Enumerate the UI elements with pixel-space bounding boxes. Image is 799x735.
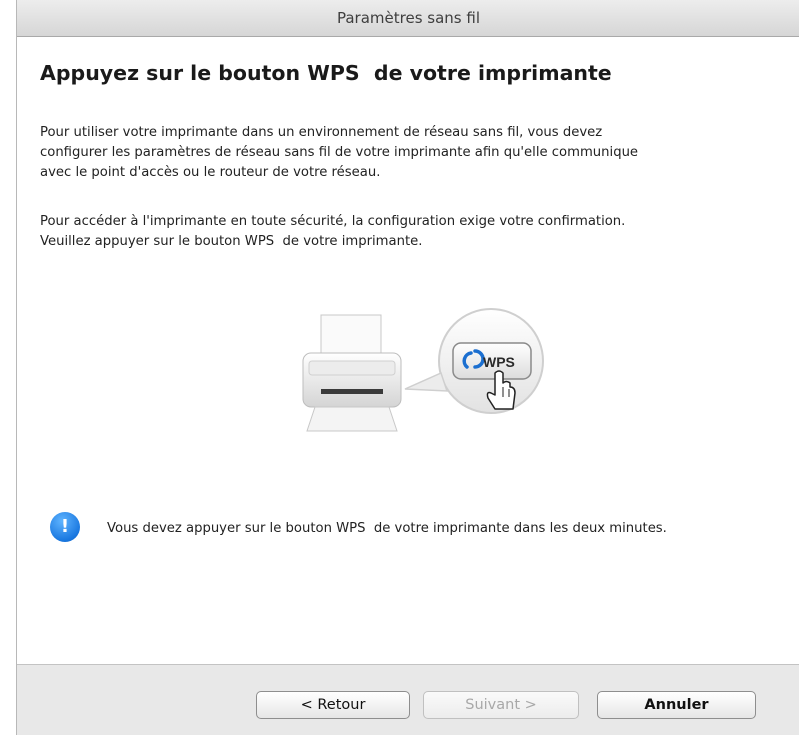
notice-text: Vous devez appuyer sur le bouton WPS de … <box>107 521 667 536</box>
wps-label: WPS <box>483 354 515 370</box>
paragraph-2-line-2: Veuillez appuyer sur le bouton WPS de vo… <box>40 234 423 249</box>
back-button[interactable]: < Retour <box>256 691 410 719</box>
cancel-button[interactable]: Annuler <box>597 691 756 719</box>
next-button[interactable]: Suivant > <box>423 691 579 719</box>
button-bar: < Retour Suivant > Annuler <box>17 664 799 735</box>
dialog-content: Appuyez sur le bouton WPS de votre impri… <box>17 37 799 664</box>
paragraph-2-line-1: Pour accéder à l'imprimante en toute séc… <box>40 214 626 229</box>
paragraph-1-line-2: configurer les paramètres de réseau sans… <box>40 145 639 160</box>
printer-wps-illustration: WPS <box>302 308 544 432</box>
paragraph-1-line-3: avec le point d'accès ou le routeur de v… <box>40 165 381 180</box>
window-title: Paramètres sans fil <box>17 0 799 37</box>
instructions-paragraph-2: Pour accéder à l'imprimante en toute séc… <box>40 212 778 252</box>
dialog-window: Paramètres sans fil Appuyez sur le bouto… <box>16 0 799 735</box>
info-exclamation-icon: ! <box>50 512 80 542</box>
page-title: Appuyez sur le bouton WPS de votre impri… <box>40 61 612 85</box>
paragraph-1-line-1: Pour utiliser votre imprimante dans un e… <box>40 125 603 140</box>
wps-button-icon: WPS <box>452 342 532 380</box>
instructions-paragraph-1: Pour utiliser votre imprimante dans un e… <box>40 123 778 183</box>
printer-icon <box>302 314 402 432</box>
